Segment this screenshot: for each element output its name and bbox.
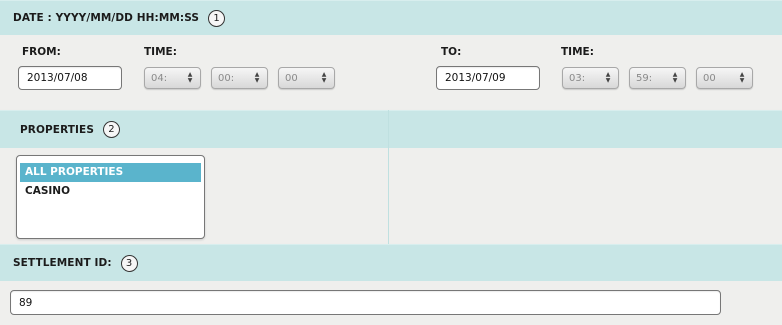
properties-area: ALL PROPERTIES CASINO	[0, 148, 782, 243]
from-second-spinner[interactable]: 00 ▲ ▼	[278, 67, 335, 89]
spinner-arrows-icon[interactable]: ▲ ▼	[319, 72, 329, 84]
column-divider	[388, 110, 389, 244]
properties-listbox[interactable]: ALL PROPERTIES CASINO	[16, 155, 205, 239]
from-date-value: 2013/07/08	[27, 72, 88, 84]
settlement-area: 89	[0, 281, 782, 325]
step-1-badge: 1	[208, 9, 226, 27]
settlement-section-header: SETTLEMENT ID: 3	[0, 244, 782, 282]
from-date-input[interactable]: 2013/07/08	[18, 66, 122, 90]
to-label: TO:	[441, 46, 462, 58]
to-second-value: 00	[703, 72, 716, 84]
from-time-label: TIME:	[144, 46, 177, 58]
property-option-all[interactable]: ALL PROPERTIES	[20, 163, 201, 182]
spinner-arrows-icon[interactable]: ▲ ▼	[737, 72, 747, 84]
property-option-casino[interactable]: CASINO	[20, 182, 201, 201]
to-hour-spinner[interactable]: 03: ▲ ▼	[562, 67, 619, 89]
settlement-section-title: SETTLEMENT ID:	[13, 257, 112, 269]
properties-section-header: PROPERTIES 2	[0, 110, 782, 149]
to-hour-value: 03:	[569, 72, 586, 84]
to-date-input[interactable]: 2013/07/09	[436, 66, 540, 90]
settlement-id-value: 89	[19, 296, 33, 309]
spinner-arrows-icon[interactable]: ▲ ▼	[185, 72, 195, 84]
from-minute-value: 00:	[218, 72, 235, 84]
to-time-label: TIME:	[561, 46, 594, 58]
to-date-value: 2013/07/09	[445, 72, 506, 84]
spinner-arrows-icon[interactable]: ▲ ▼	[603, 72, 613, 84]
from-hour-spinner[interactable]: 04: ▲ ▼	[144, 67, 201, 89]
date-fields-area: FROM: 2013/07/08 TIME: 04: ▲ ▼ 00: ▲ ▼ 00 …	[0, 35, 782, 109]
to-minute-value: 59:	[636, 72, 653, 84]
date-section-title: DATE : YYYY/MM/DD HH:MM:SS	[13, 12, 200, 24]
settlement-id-input[interactable]: 89	[10, 290, 721, 315]
to-minute-spinner[interactable]: 59: ▲ ▼	[629, 67, 686, 89]
from-minute-spinner[interactable]: 00: ▲ ▼	[211, 67, 268, 89]
spinner-arrows-icon[interactable]: ▲ ▼	[670, 72, 680, 84]
properties-section-title: PROPERTIES	[20, 123, 94, 136]
to-second-spinner[interactable]: 00 ▲ ▼	[696, 67, 753, 89]
from-hour-value: 04:	[151, 72, 168, 84]
spinner-arrows-icon[interactable]: ▲ ▼	[252, 72, 262, 84]
date-section-header: DATE : YYYY/MM/DD HH:MM:SS 1	[0, 0, 782, 36]
step-3-badge: 3	[120, 254, 138, 272]
from-label: FROM:	[22, 46, 61, 58]
from-second-value: 00	[285, 72, 298, 84]
step-2-badge: 2	[103, 121, 120, 138]
